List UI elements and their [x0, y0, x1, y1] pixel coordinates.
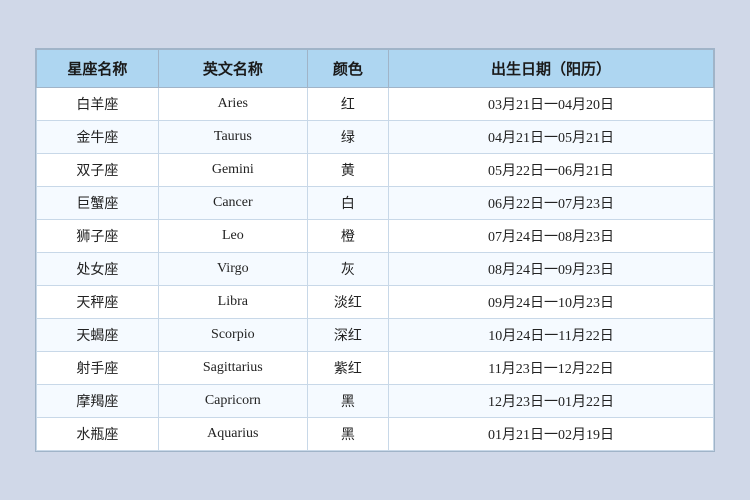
cell-chinese-name: 天秤座 — [37, 286, 159, 319]
cell-color: 深红 — [307, 319, 388, 352]
cell-chinese-name: 白羊座 — [37, 88, 159, 121]
header-english-name: 英文名称 — [158, 50, 307, 88]
cell-english-name: Sagittarius — [158, 352, 307, 385]
cell-chinese-name: 狮子座 — [37, 220, 159, 253]
header-color: 颜色 — [307, 50, 388, 88]
cell-english-name: Scorpio — [158, 319, 307, 352]
cell-english-name: Aries — [158, 88, 307, 121]
cell-chinese-name: 巨蟹座 — [37, 187, 159, 220]
cell-birth-date: 06月22日一07月23日 — [389, 187, 714, 220]
cell-birth-date: 11月23日一12月22日 — [389, 352, 714, 385]
cell-birth-date: 07月24日一08月23日 — [389, 220, 714, 253]
cell-color: 黑 — [307, 385, 388, 418]
cell-color: 红 — [307, 88, 388, 121]
cell-color: 黄 — [307, 154, 388, 187]
table-row: 天蝎座Scorpio深红10月24日一11月22日 — [37, 319, 714, 352]
cell-chinese-name: 天蝎座 — [37, 319, 159, 352]
cell-color: 黑 — [307, 418, 388, 451]
cell-english-name: Virgo — [158, 253, 307, 286]
cell-chinese-name: 处女座 — [37, 253, 159, 286]
cell-english-name: Aquarius — [158, 418, 307, 451]
cell-color: 白 — [307, 187, 388, 220]
zodiac-table-container: 星座名称 英文名称 颜色 出生日期（阳历） 白羊座Aries红03月21日一04… — [35, 48, 715, 452]
cell-color: 橙 — [307, 220, 388, 253]
table-row: 处女座Virgo灰08月24日一09月23日 — [37, 253, 714, 286]
zodiac-table: 星座名称 英文名称 颜色 出生日期（阳历） 白羊座Aries红03月21日一04… — [36, 49, 714, 451]
cell-birth-date: 05月22日一06月21日 — [389, 154, 714, 187]
cell-birth-date: 12月23日一01月22日 — [389, 385, 714, 418]
table-row: 狮子座Leo橙07月24日一08月23日 — [37, 220, 714, 253]
cell-english-name: Leo — [158, 220, 307, 253]
cell-english-name: Gemini — [158, 154, 307, 187]
table-row: 水瓶座Aquarius黑01月21日一02月19日 — [37, 418, 714, 451]
cell-english-name: Taurus — [158, 121, 307, 154]
table-row: 巨蟹座Cancer白06月22日一07月23日 — [37, 187, 714, 220]
cell-chinese-name: 摩羯座 — [37, 385, 159, 418]
cell-birth-date: 08月24日一09月23日 — [389, 253, 714, 286]
cell-english-name: Capricorn — [158, 385, 307, 418]
cell-english-name: Libra — [158, 286, 307, 319]
cell-birth-date: 10月24日一11月22日 — [389, 319, 714, 352]
table-row: 摩羯座Capricorn黑12月23日一01月22日 — [37, 385, 714, 418]
header-chinese-name: 星座名称 — [37, 50, 159, 88]
header-birth-date: 出生日期（阳历） — [389, 50, 714, 88]
cell-chinese-name: 双子座 — [37, 154, 159, 187]
cell-chinese-name: 金牛座 — [37, 121, 159, 154]
table-row: 天秤座Libra淡红09月24日一10月23日 — [37, 286, 714, 319]
cell-chinese-name: 水瓶座 — [37, 418, 159, 451]
table-header-row: 星座名称 英文名称 颜色 出生日期（阳历） — [37, 50, 714, 88]
cell-color: 紫红 — [307, 352, 388, 385]
cell-birth-date: 03月21日一04月20日 — [389, 88, 714, 121]
cell-color: 绿 — [307, 121, 388, 154]
table-row: 白羊座Aries红03月21日一04月20日 — [37, 88, 714, 121]
cell-birth-date: 01月21日一02月19日 — [389, 418, 714, 451]
cell-english-name: Cancer — [158, 187, 307, 220]
cell-birth-date: 04月21日一05月21日 — [389, 121, 714, 154]
cell-birth-date: 09月24日一10月23日 — [389, 286, 714, 319]
cell-color: 灰 — [307, 253, 388, 286]
table-body: 白羊座Aries红03月21日一04月20日金牛座Taurus绿04月21日一0… — [37, 88, 714, 451]
table-row: 射手座Sagittarius紫红11月23日一12月22日 — [37, 352, 714, 385]
cell-chinese-name: 射手座 — [37, 352, 159, 385]
table-row: 双子座Gemini黄05月22日一06月21日 — [37, 154, 714, 187]
cell-color: 淡红 — [307, 286, 388, 319]
table-row: 金牛座Taurus绿04月21日一05月21日 — [37, 121, 714, 154]
